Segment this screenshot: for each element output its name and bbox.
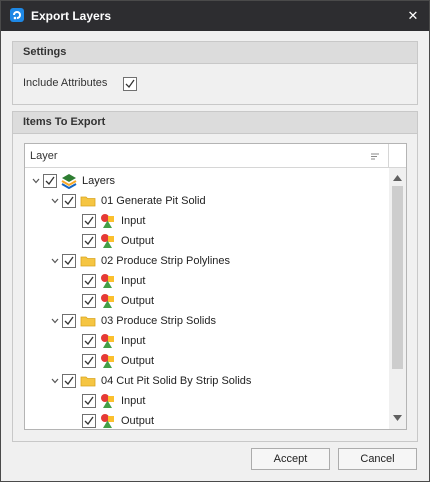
- layer-tree[interactable]: Layer Layers 01 Generate Pit Solid Input Ou…: [24, 143, 407, 430]
- tree-leaf-row[interactable]: Output: [25, 351, 390, 371]
- shapes-icon: [101, 294, 114, 308]
- shapes-icon: [101, 214, 114, 228]
- item-checkbox[interactable]: [62, 194, 76, 208]
- chevron-down-icon[interactable]: [32, 178, 40, 184]
- items-to-export-header: Items To Export: [13, 112, 417, 134]
- scroll-up-icon[interactable]: [393, 175, 402, 181]
- chevron-down-icon[interactable]: [51, 318, 59, 324]
- item-checkbox[interactable]: [82, 234, 96, 248]
- settings-group: Settings Include Attributes: [12, 41, 418, 105]
- title-bar[interactable]: Export Layers ✕: [1, 1, 429, 31]
- folder-icon: [80, 256, 96, 267]
- folder-icon: [80, 376, 96, 387]
- item-label: Output: [121, 235, 155, 247]
- check-icon: [84, 396, 94, 406]
- shapes-icon: [101, 334, 114, 348]
- tree-leaf-row[interactable]: Input: [25, 271, 390, 291]
- check-icon: [84, 416, 94, 426]
- include-attributes-label: Include Attributes: [23, 77, 108, 89]
- check-icon: [64, 256, 74, 266]
- item-label: Output: [121, 415, 155, 427]
- include-attributes-checkbox[interactable]: [123, 77, 137, 91]
- item-label: Layers: [82, 175, 116, 187]
- item-label: 02 Produce Strip Polylines: [101, 255, 231, 267]
- item-label: 04 Cut Pit Solid By Strip Solids: [101, 375, 252, 387]
- tree-folder-row[interactable]: 01 Generate Pit Solid: [25, 191, 390, 211]
- item-checkbox[interactable]: [82, 334, 96, 348]
- tree-leaf-row[interactable]: Input: [25, 331, 390, 351]
- folder-icon: [80, 316, 96, 327]
- item-label: Input: [121, 215, 146, 227]
- check-icon: [64, 196, 74, 206]
- item-checkbox[interactable]: [82, 214, 96, 228]
- tree-leaf-row[interactable]: Output: [25, 231, 390, 251]
- close-icon[interactable]: ✕: [397, 1, 429, 31]
- tree-leaf-row[interactable]: Output: [25, 411, 390, 429]
- check-icon: [84, 276, 94, 286]
- layers-stack-icon: [61, 174, 77, 189]
- column-header[interactable]: Layer: [25, 144, 406, 168]
- shapes-icon: [101, 394, 114, 408]
- tree-folder-row[interactable]: 03 Produce Strip Solids: [25, 311, 390, 331]
- item-checkbox[interactable]: [82, 414, 96, 428]
- item-checkbox[interactable]: [82, 274, 96, 288]
- items-to-export-group: Items To Export Layer Layers 01 Generate …: [12, 111, 418, 442]
- check-icon: [125, 79, 135, 89]
- check-icon: [84, 296, 94, 306]
- item-checkbox[interactable]: [43, 174, 57, 188]
- check-icon: [45, 176, 55, 186]
- item-checkbox[interactable]: [62, 374, 76, 388]
- check-icon: [84, 336, 94, 346]
- item-checkbox[interactable]: [82, 354, 96, 368]
- item-checkbox[interactable]: [62, 254, 76, 268]
- check-icon: [84, 216, 94, 226]
- item-checkbox[interactable]: [62, 314, 76, 328]
- window-title: Export Layers: [31, 9, 112, 23]
- check-icon: [84, 356, 94, 366]
- item-label: 01 Generate Pit Solid: [101, 195, 206, 207]
- app-icon: [10, 8, 24, 22]
- export-layers-dialog: Export Layers ✕ Settings Include Attribu…: [0, 0, 430, 482]
- tree-folder-row[interactable]: 04 Cut Pit Solid By Strip Solids: [25, 371, 390, 391]
- scrollbar-thumb[interactable]: [392, 186, 403, 369]
- layer-column-label: Layer: [30, 150, 58, 162]
- chevron-down-icon[interactable]: [51, 378, 59, 384]
- item-label: Output: [121, 355, 155, 367]
- check-icon: [64, 316, 74, 326]
- shapes-icon: [101, 414, 114, 428]
- check-icon: [84, 236, 94, 246]
- cancel-button[interactable]: Cancel: [338, 448, 417, 470]
- tree-root-row[interactable]: Layers: [25, 171, 390, 191]
- tree-leaf-row[interactable]: Output: [25, 291, 390, 311]
- column-menu-icon[interactable]: [370, 153, 380, 161]
- tree-leaf-row[interactable]: Input: [25, 391, 390, 411]
- tree-leaf-row[interactable]: Input: [25, 211, 390, 231]
- item-label: Input: [121, 275, 146, 287]
- column-divider: [388, 144, 389, 168]
- item-label: 03 Produce Strip Solids: [101, 315, 216, 327]
- chevron-down-icon[interactable]: [51, 258, 59, 264]
- shapes-icon: [101, 274, 114, 288]
- scroll-down-icon[interactable]: [393, 415, 402, 421]
- vertical-scrollbar[interactable]: [389, 168, 406, 429]
- tree-folder-row[interactable]: 02 Produce Strip Polylines: [25, 251, 390, 271]
- item-label: Input: [121, 335, 146, 347]
- item-checkbox[interactable]: [82, 294, 96, 308]
- check-icon: [64, 376, 74, 386]
- chevron-down-icon[interactable]: [51, 198, 59, 204]
- accept-button[interactable]: Accept: [251, 448, 330, 470]
- item-checkbox[interactable]: [82, 394, 96, 408]
- item-label: Output: [121, 295, 155, 307]
- folder-icon: [80, 196, 96, 207]
- settings-header: Settings: [13, 42, 417, 64]
- item-label: Input: [121, 395, 146, 407]
- shapes-icon: [101, 234, 114, 248]
- shapes-icon: [101, 354, 114, 368]
